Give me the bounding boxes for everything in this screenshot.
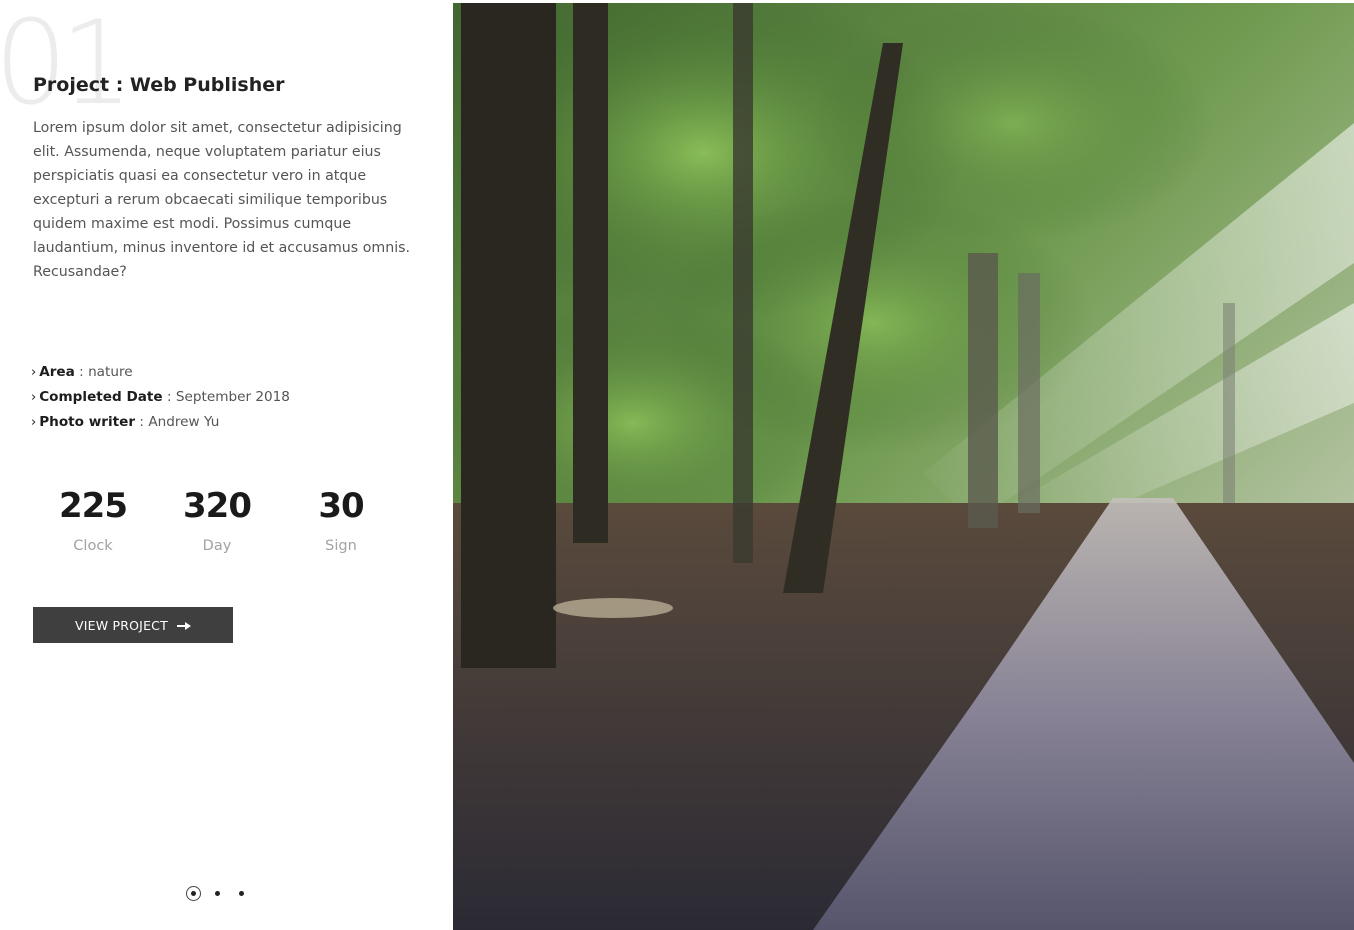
- meta-item-area: › Area : nature: [31, 360, 431, 385]
- meta-value: Andrew Yu: [148, 414, 220, 430]
- pagination-dot-2[interactable]: [209, 885, 225, 901]
- project-title: Project : Web Publisher: [33, 74, 285, 96]
- pagination-dot-1[interactable]: [186, 885, 201, 901]
- project-photo: [453, 3, 1354, 930]
- stat-value: 320: [183, 486, 252, 526]
- meta-item-photo-writer: › Photo writer : Andrew Yu: [31, 410, 431, 435]
- project-description: Lorem ipsum dolor sit amet, consectetur …: [33, 120, 411, 280]
- stat-value: 30: [318, 486, 364, 526]
- pagination-dot-3[interactable]: [233, 885, 249, 901]
- meta-value: September 2018: [175, 389, 290, 405]
- stat-value: 225: [59, 486, 128, 526]
- meta-label: Photo writer: [39, 414, 136, 430]
- stat-sign: 30 Sign: [279, 484, 403, 557]
- view-project-button[interactable]: VIEW PROJECT: [33, 607, 233, 643]
- chevron-right-icon: ›: [31, 415, 37, 430]
- chevron-right-icon: ›: [31, 365, 37, 380]
- meta-separator: :: [162, 389, 176, 405]
- project-info-panel: 01 Project : Web Publisher Lorem ipsum d…: [0, 0, 453, 930]
- stat-clock: 225 Clock: [31, 484, 155, 557]
- meta-value: nature: [88, 364, 133, 380]
- meta-separator: :: [135, 414, 149, 430]
- project-meta-list: › Area : nature › Completed Date : Septemb…: [31, 360, 431, 435]
- arrow-right-icon: [176, 620, 191, 630]
- view-project-label: VIEW PROJECT: [75, 617, 168, 633]
- meta-item-completed-date: › Completed Date : September 2018: [31, 385, 431, 410]
- stats-row: 225 Clock 320 Day 30 Sign: [31, 484, 403, 557]
- slider-pagination: [186, 885, 257, 901]
- stat-label: Sign: [325, 538, 357, 554]
- slide-number: 01: [0, 0, 134, 131]
- stat-label: Clock: [73, 538, 113, 554]
- stat-day: 320 Day: [155, 484, 279, 557]
- meta-label: Completed Date: [39, 389, 163, 405]
- stat-label: Day: [202, 538, 232, 554]
- chevron-right-icon: ›: [31, 390, 37, 405]
- meta-label: Area: [39, 364, 75, 380]
- meta-separator: :: [74, 364, 89, 380]
